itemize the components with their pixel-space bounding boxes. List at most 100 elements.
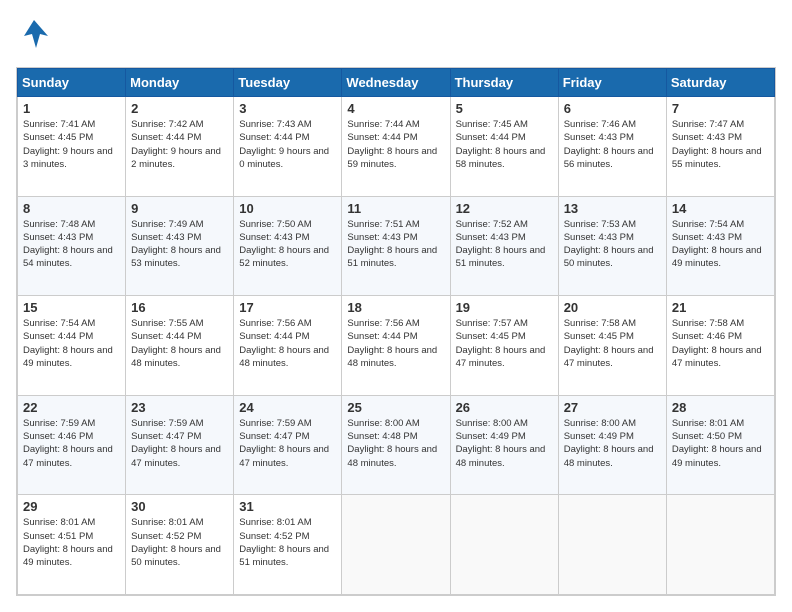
day-number: 26 bbox=[456, 400, 553, 415]
calendar-cell bbox=[342, 495, 450, 595]
col-friday: Friday bbox=[558, 69, 666, 97]
page-container: Sunday Monday Tuesday Wednesday Thursday… bbox=[0, 0, 792, 612]
calendar-cell: 4Sunrise: 7:44 AMSunset: 4:44 PMDaylight… bbox=[342, 97, 450, 197]
calendar-cell: 27 Sunrise: 8:00 AMSunset: 4:49 PMDayligh… bbox=[558, 395, 666, 495]
calendar-cell: 8 Sunrise: 7:48 AMSunset: 4:43 PMDaylight… bbox=[18, 196, 126, 296]
calendar-week-2: 8 Sunrise: 7:48 AMSunset: 4:43 PMDaylight… bbox=[18, 196, 775, 296]
day-number: 24 bbox=[239, 400, 336, 415]
day-info: Sunrise: 7:54 AMSunset: 4:44 PMDaylight:… bbox=[23, 317, 120, 370]
day-number: 22 bbox=[23, 400, 120, 415]
calendar-cell bbox=[558, 495, 666, 595]
day-info: Sunrise: 7:50 AMSunset: 4:43 PMDaylight:… bbox=[239, 218, 336, 271]
day-info: Sunrise: 7:53 AMSunset: 4:43 PMDaylight:… bbox=[564, 218, 661, 271]
day-number: 25 bbox=[347, 400, 444, 415]
logo-icon bbox=[16, 16, 52, 57]
day-number: 9 bbox=[131, 201, 228, 216]
calendar-cell: 18Sunrise: 7:56 AMSunset: 4:44 PMDayligh… bbox=[342, 296, 450, 396]
calendar-cell: 21 Sunrise: 7:58 AMSunset: 4:46 PMDayligh… bbox=[666, 296, 774, 396]
day-info: Sunrise: 7:59 AMSunset: 4:47 PMDaylight:… bbox=[131, 417, 228, 470]
day-number: 14 bbox=[672, 201, 769, 216]
calendar-cell: 17 Sunrise: 7:56 AMSunset: 4:44 PMDayligh… bbox=[234, 296, 342, 396]
day-info: Sunrise: 7:48 AMSunset: 4:43 PMDaylight:… bbox=[23, 218, 120, 271]
calendar-cell: 7 Sunrise: 7:47 AMSunset: 4:43 PMDaylight… bbox=[666, 97, 774, 197]
col-saturday: Saturday bbox=[666, 69, 774, 97]
calendar-body: 1Sunrise: 7:41 AMSunset: 4:45 PMDaylight… bbox=[18, 97, 775, 595]
calendar-cell: 31 Sunrise: 8:01 AMSunset: 4:52 PMDayligh… bbox=[234, 495, 342, 595]
day-info: Sunrise: 7:54 AMSunset: 4:43 PMDaylight:… bbox=[672, 218, 769, 271]
day-info: Sunrise: 8:00 AMSunset: 4:49 PMDaylight:… bbox=[564, 417, 661, 470]
calendar-cell: 16Sunrise: 7:55 AMSunset: 4:44 PMDayligh… bbox=[126, 296, 234, 396]
day-number: 27 bbox=[564, 400, 661, 415]
calendar-cell bbox=[450, 495, 558, 595]
day-info: Sunrise: 7:57 AMSunset: 4:45 PMDaylight:… bbox=[456, 317, 553, 370]
day-info: Sunrise: 8:00 AMSunset: 4:49 PMDaylight:… bbox=[456, 417, 553, 470]
day-number: 16 bbox=[131, 300, 228, 315]
calendar-cell: 10 Sunrise: 7:50 AMSunset: 4:43 PMDayligh… bbox=[234, 196, 342, 296]
day-number: 28 bbox=[672, 400, 769, 415]
day-info: Sunrise: 7:46 AMSunset: 4:43 PMDaylight:… bbox=[564, 118, 661, 171]
day-info: Sunrise: 7:42 AMSunset: 4:44 PMDaylight:… bbox=[131, 118, 228, 171]
day-info: Sunrise: 7:41 AMSunset: 4:45 PMDaylight:… bbox=[23, 118, 120, 171]
calendar-cell: 25 Sunrise: 8:00 AMSunset: 4:48 PMDayligh… bbox=[342, 395, 450, 495]
day-info: Sunrise: 7:51 AMSunset: 4:43 PMDaylight:… bbox=[347, 218, 444, 271]
day-info: Sunrise: 8:01 AMSunset: 4:50 PMDaylight:… bbox=[672, 417, 769, 470]
day-number: 10 bbox=[239, 201, 336, 216]
calendar-cell: 5Sunrise: 7:45 AMSunset: 4:44 PMDaylight… bbox=[450, 97, 558, 197]
day-number: 8 bbox=[23, 201, 120, 216]
calendar-cell: 1Sunrise: 7:41 AMSunset: 4:45 PMDaylight… bbox=[18, 97, 126, 197]
day-number: 21 bbox=[672, 300, 769, 315]
day-info: Sunrise: 7:49 AMSunset: 4:43 PMDaylight:… bbox=[131, 218, 228, 271]
calendar: Sunday Monday Tuesday Wednesday Thursday… bbox=[16, 67, 776, 596]
day-number: 19 bbox=[456, 300, 553, 315]
logo bbox=[16, 16, 56, 57]
day-number: 7 bbox=[672, 101, 769, 116]
calendar-cell: 9 Sunrise: 7:49 AMSunset: 4:43 PMDaylight… bbox=[126, 196, 234, 296]
calendar-cell: 2 Sunrise: 7:42 AMSunset: 4:44 PMDaylight… bbox=[126, 97, 234, 197]
day-number: 30 bbox=[131, 499, 228, 514]
day-info: Sunrise: 7:56 AMSunset: 4:44 PMDaylight:… bbox=[347, 317, 444, 370]
calendar-cell: 15 Sunrise: 7:54 AMSunset: 4:44 PMDayligh… bbox=[18, 296, 126, 396]
day-info: Sunrise: 7:59 AMSunset: 4:47 PMDaylight:… bbox=[239, 417, 336, 470]
day-number: 6 bbox=[564, 101, 661, 116]
day-number: 20 bbox=[564, 300, 661, 315]
col-thursday: Thursday bbox=[450, 69, 558, 97]
day-number: 15 bbox=[23, 300, 120, 315]
calendar-cell: 22Sunrise: 7:59 AMSunset: 4:46 PMDayligh… bbox=[18, 395, 126, 495]
day-number: 23 bbox=[131, 400, 228, 415]
day-number: 2 bbox=[131, 101, 228, 116]
day-number: 31 bbox=[239, 499, 336, 514]
day-info: Sunrise: 7:47 AMSunset: 4:43 PMDaylight:… bbox=[672, 118, 769, 171]
calendar-week-4: 22Sunrise: 7:59 AMSunset: 4:46 PMDayligh… bbox=[18, 395, 775, 495]
col-sunday: Sunday bbox=[18, 69, 126, 97]
calendar-cell: 19 Sunrise: 7:57 AMSunset: 4:45 PMDayligh… bbox=[450, 296, 558, 396]
day-number: 11 bbox=[347, 201, 444, 216]
day-number: 29 bbox=[23, 499, 120, 514]
calendar-cell: 24 Sunrise: 7:59 AMSunset: 4:47 PMDayligh… bbox=[234, 395, 342, 495]
col-wednesday: Wednesday bbox=[342, 69, 450, 97]
day-info: Sunrise: 8:01 AMSunset: 4:52 PMDaylight:… bbox=[131, 516, 228, 569]
calendar-cell: 6 Sunrise: 7:46 AMSunset: 4:43 PMDaylight… bbox=[558, 97, 666, 197]
day-info: Sunrise: 8:00 AMSunset: 4:48 PMDaylight:… bbox=[347, 417, 444, 470]
header bbox=[16, 16, 776, 57]
day-info: Sunrise: 7:56 AMSunset: 4:44 PMDaylight:… bbox=[239, 317, 336, 370]
calendar-cell: 14 Sunrise: 7:54 AMSunset: 4:43 PMDayligh… bbox=[666, 196, 774, 296]
calendar-cell: 26 Sunrise: 8:00 AMSunset: 4:49 PMDayligh… bbox=[450, 395, 558, 495]
calendar-week-1: 1Sunrise: 7:41 AMSunset: 4:45 PMDaylight… bbox=[18, 97, 775, 197]
day-number: 4 bbox=[347, 101, 444, 116]
calendar-cell: 28 Sunrise: 8:01 AMSunset: 4:50 PMDayligh… bbox=[666, 395, 774, 495]
day-info: Sunrise: 8:01 AMSunset: 4:51 PMDaylight:… bbox=[23, 516, 120, 569]
day-info: Sunrise: 7:52 AMSunset: 4:43 PMDaylight:… bbox=[456, 218, 553, 271]
day-number: 12 bbox=[456, 201, 553, 216]
day-number: 17 bbox=[239, 300, 336, 315]
calendar-cell: 23 Sunrise: 7:59 AMSunset: 4:47 PMDayligh… bbox=[126, 395, 234, 495]
day-info: Sunrise: 7:43 AMSunset: 4:44 PMDaylight:… bbox=[239, 118, 336, 171]
calendar-week-3: 15 Sunrise: 7:54 AMSunset: 4:44 PMDayligh… bbox=[18, 296, 775, 396]
calendar-cell: 12 Sunrise: 7:52 AMSunset: 4:43 PMDayligh… bbox=[450, 196, 558, 296]
col-monday: Monday bbox=[126, 69, 234, 97]
calendar-cell bbox=[666, 495, 774, 595]
day-info: Sunrise: 7:58 AMSunset: 4:45 PMDaylight:… bbox=[564, 317, 661, 370]
day-info: Sunrise: 8:01 AMSunset: 4:52 PMDaylight:… bbox=[239, 516, 336, 569]
calendar-week-5: 29 Sunrise: 8:01 AMSunset: 4:51 PMDayligh… bbox=[18, 495, 775, 595]
day-info: Sunrise: 7:58 AMSunset: 4:46 PMDaylight:… bbox=[672, 317, 769, 370]
calendar-cell: 3Sunrise: 7:43 AMSunset: 4:44 PMDaylight… bbox=[234, 97, 342, 197]
